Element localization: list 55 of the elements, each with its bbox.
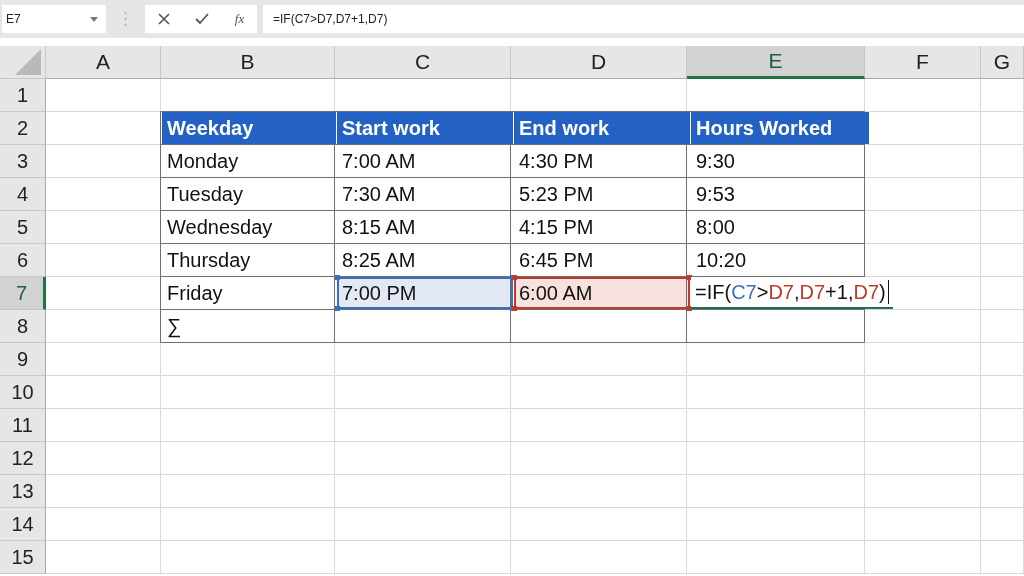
row-header[interactable]: 13 <box>0 475 46 508</box>
row-header[interactable]: 3 <box>0 145 46 178</box>
grip-icon <box>124 11 127 27</box>
table-cell-text: Friday <box>166 280 224 306</box>
row-header[interactable]: 10 <box>0 376 46 409</box>
table-cell-text: Thursday <box>166 247 252 273</box>
column-header[interactable]: G <box>981 46 1024 79</box>
dropdown-caret-icon <box>90 16 98 22</box>
column-header[interactable]: B <box>161 46 335 79</box>
table-cell-text: 8:25 AM <box>341 247 417 273</box>
row-header[interactable]: 4 <box>0 178 46 211</box>
table-cell-text: 8:15 AM <box>341 214 417 240</box>
column-header[interactable]: D <box>511 46 687 79</box>
row-header[interactable]: 2 <box>0 112 46 145</box>
column-header[interactable]: A <box>46 46 161 79</box>
row-header[interactable]: 15 <box>0 541 46 574</box>
row-header[interactable]: 14 <box>0 508 46 541</box>
column-heading-cell: Hours Worked <box>691 112 869 144</box>
table-cell-text: 8:00 <box>695 214 736 240</box>
check-icon[interactable] <box>195 13 210 25</box>
row-header[interactable]: 12 <box>0 442 46 475</box>
name-box[interactable]: E7 <box>2 5 106 33</box>
column-header[interactable]: F <box>865 46 981 79</box>
column-heading-cell: Start work <box>337 112 513 144</box>
table-cell-text: Tuesday <box>166 181 244 207</box>
insert-function-button[interactable]: fx <box>234 11 245 27</box>
table-cell-text: 6:45 PM <box>518 247 595 273</box>
row-header[interactable]: 5 <box>0 211 46 244</box>
table-cell-text: 7:00 AM <box>341 148 417 174</box>
table-cell-text: 10:20 <box>695 247 748 273</box>
formula-field[interactable]: =IF(C7>D7,D7+1,D7) <box>263 5 1024 33</box>
corner-triangle-icon <box>15 49 41 75</box>
row-header[interactable]: 1 <box>0 79 46 112</box>
table-cell-text: 4:15 PM <box>518 214 595 240</box>
column-heading-cell: Weekday <box>162 112 336 144</box>
table-cell-text: Monday <box>166 148 240 174</box>
cancel-icon[interactable] <box>157 13 170 25</box>
table-cell-text: 9:53 <box>695 181 736 207</box>
table-cell-text: 4:30 PM <box>518 148 595 174</box>
row-header[interactable]: 11 <box>0 409 46 442</box>
table-cell-text: 5:23 PM <box>518 181 595 207</box>
table-cell: 7:00 PM <box>337 277 513 309</box>
column-heading-cell: End work <box>514 112 690 144</box>
row-header[interactable]: 8 <box>0 310 46 343</box>
table-cell-text: ∑ <box>166 313 183 340</box>
row-header[interactable]: 9 <box>0 343 46 376</box>
cell-editor[interactable]: =IF(C7>D7,D7+1,D7) <box>691 277 893 309</box>
column-header[interactable]: E <box>687 46 865 79</box>
table-cell-text: 9:30 <box>695 148 736 174</box>
row-header[interactable]: 6 <box>0 244 46 277</box>
table-cell-text: Wednesday <box>166 214 274 240</box>
column-header[interactable]: C <box>335 46 511 79</box>
row-header[interactable]: 7 <box>0 277 46 310</box>
table-cell-text: 7:30 AM <box>341 181 417 207</box>
table-cell: 6:00 AM <box>514 277 690 309</box>
